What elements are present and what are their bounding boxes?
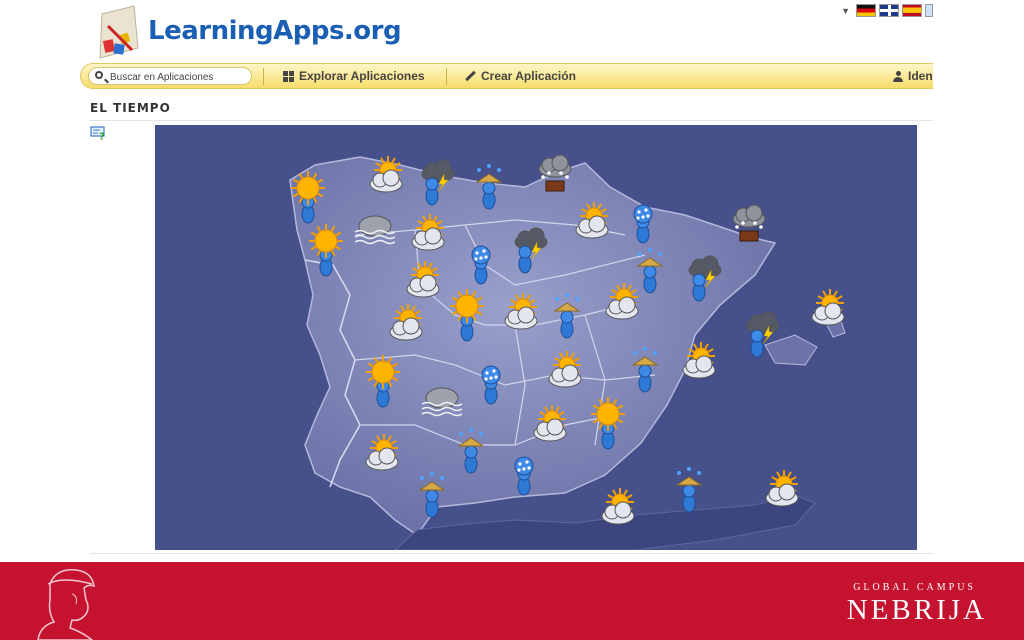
grid-icon (283, 70, 294, 82)
spain-landmass (289, 156, 777, 537)
rain-figure-icon[interactable] (675, 467, 703, 513)
language-selector[interactable]: ▼ (841, 4, 933, 17)
help-icon[interactable]: ? (90, 126, 106, 140)
pencil-icon (465, 71, 476, 82)
svg-text:?: ? (99, 132, 105, 141)
flag-de-icon[interactable] (856, 4, 876, 17)
flag-gb-icon[interactable] (879, 4, 899, 17)
explore-apps-label[interactable]: Explorar Aplicaciones (299, 69, 425, 83)
login-link[interactable]: Iden (893, 69, 933, 83)
explore-apps-link[interactable]: Explorar Aplicaciones (283, 69, 425, 83)
weather-map[interactable] (155, 125, 917, 550)
cloud-sun-icon[interactable] (601, 488, 635, 525)
nav-divider (263, 68, 264, 85)
app-title: EL TIEMPO (90, 101, 171, 115)
brand-title: NEBRIJA (846, 594, 987, 626)
learningapps-page: ▼ LearningApps.org Explorar Aplicaciones… (80, 0, 933, 560)
brand-subtitle: GLOBAL CAMPUS (853, 582, 976, 593)
dropdown-caret-icon[interactable]: ▼ (841, 6, 850, 16)
cloud-sun-icon[interactable] (765, 470, 799, 507)
flag-es-icon[interactable] (902, 4, 922, 17)
site-logo[interactable]: LearningApps.org (94, 4, 402, 64)
flag-extra-icon[interactable] (925, 4, 933, 17)
spain-map[interactable] (155, 125, 917, 550)
user-icon (893, 70, 903, 82)
nebrija-footer: GLOBAL CAMPUS NEBRIJA (0, 562, 1024, 640)
logo-blocks-icon (99, 5, 139, 59)
nebrija-portrait-icon (37, 569, 95, 640)
create-app-label[interactable]: Crear Aplicación (481, 69, 576, 83)
nav-divider (446, 68, 447, 85)
main-navbar: Explorar Aplicaciones Crear Aplicación I… (80, 63, 933, 89)
bottom-divider (90, 553, 933, 554)
balearic-island (764, 334, 818, 366)
login-label[interactable]: Iden (908, 69, 933, 83)
create-app-link[interactable]: Crear Aplicación (465, 69, 576, 83)
search-icon[interactable] (95, 71, 103, 79)
title-divider (90, 120, 933, 121)
search-box[interactable] (88, 67, 252, 85)
logo-text[interactable]: LearningApps.org (148, 16, 402, 46)
cloud-sun-icon[interactable] (811, 289, 845, 326)
search-input[interactable] (108, 69, 252, 85)
